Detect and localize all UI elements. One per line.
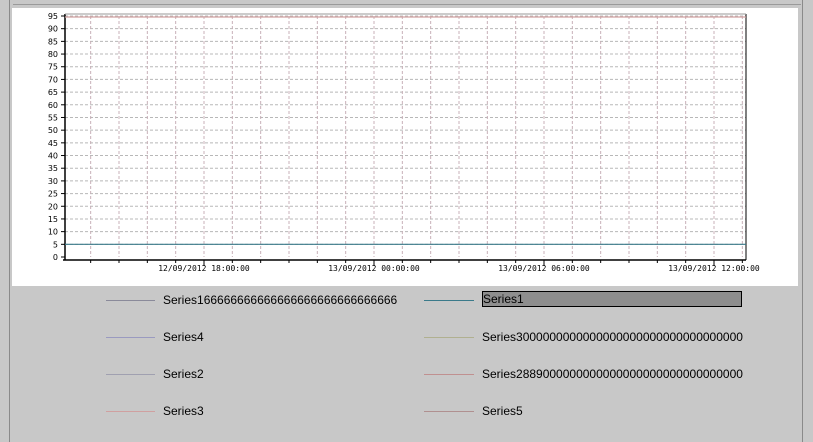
legend-label: Series2889000000000000000000000000000000 [482, 367, 743, 381]
y-tick-label: 30 [48, 177, 58, 186]
legend-label: Series3000000000000000000000000000000000 [482, 330, 743, 344]
y-tick-label: 20 [48, 202, 58, 211]
line-chart: 0 5 10 15 20 25 30 35 40 45 50 55 60 65 70 75 80 85 90 95 12… [48, 12, 760, 273]
chart-legend: Series166666666666666666666666666666 Seri… [0, 282, 813, 442]
y-tick-label: 40 [48, 152, 58, 161]
legend-swatch [424, 411, 474, 412]
legend-item[interactable]: Series3000000000000000000000000000000000 [0, 327, 813, 347]
y-tick-label: 80 [48, 50, 58, 59]
x-tick-label: 13/09/2012 00:00:00 [328, 264, 420, 273]
y-tick-label: 50 [48, 126, 58, 135]
x-tick-label: 13/09/2012 12:00:00 [668, 264, 760, 273]
y-tick-label: 25 [48, 190, 58, 199]
y-tick-label: 15 [48, 215, 58, 224]
y-tick-label: 70 [48, 75, 58, 84]
legend-item[interactable]: Series5 [0, 401, 813, 421]
y-tick-label: 90 [48, 25, 58, 34]
y-tick-label: 0 [53, 253, 58, 262]
legend-label: Series1 [482, 291, 742, 307]
y-tick-label: 45 [48, 139, 58, 148]
x-tick-label: 12/09/2012 18:00:00 [158, 264, 250, 273]
legend-item[interactable]: Series2889000000000000000000000000000000 [0, 364, 813, 384]
legend-swatch [424, 300, 474, 301]
y-tick-label: 75 [48, 63, 58, 72]
legend-label: Series5 [482, 404, 523, 418]
y-tick-label: 95 [48, 12, 58, 21]
y-tick-label: 65 [48, 88, 58, 97]
x-tick-label: 13/09/2012 06:00:00 [498, 264, 590, 273]
legend-swatch [424, 374, 474, 375]
legend-swatch [424, 337, 474, 338]
y-tick-label: 85 [48, 37, 58, 46]
y-tick-label: 10 [48, 228, 58, 237]
y-tick-label: 35 [48, 164, 58, 173]
legend-item[interactable]: Series1 [0, 290, 813, 310]
y-tick-label: 5 [53, 240, 58, 249]
y-tick-label: 60 [48, 101, 58, 110]
y-tick-label: 55 [48, 113, 58, 122]
